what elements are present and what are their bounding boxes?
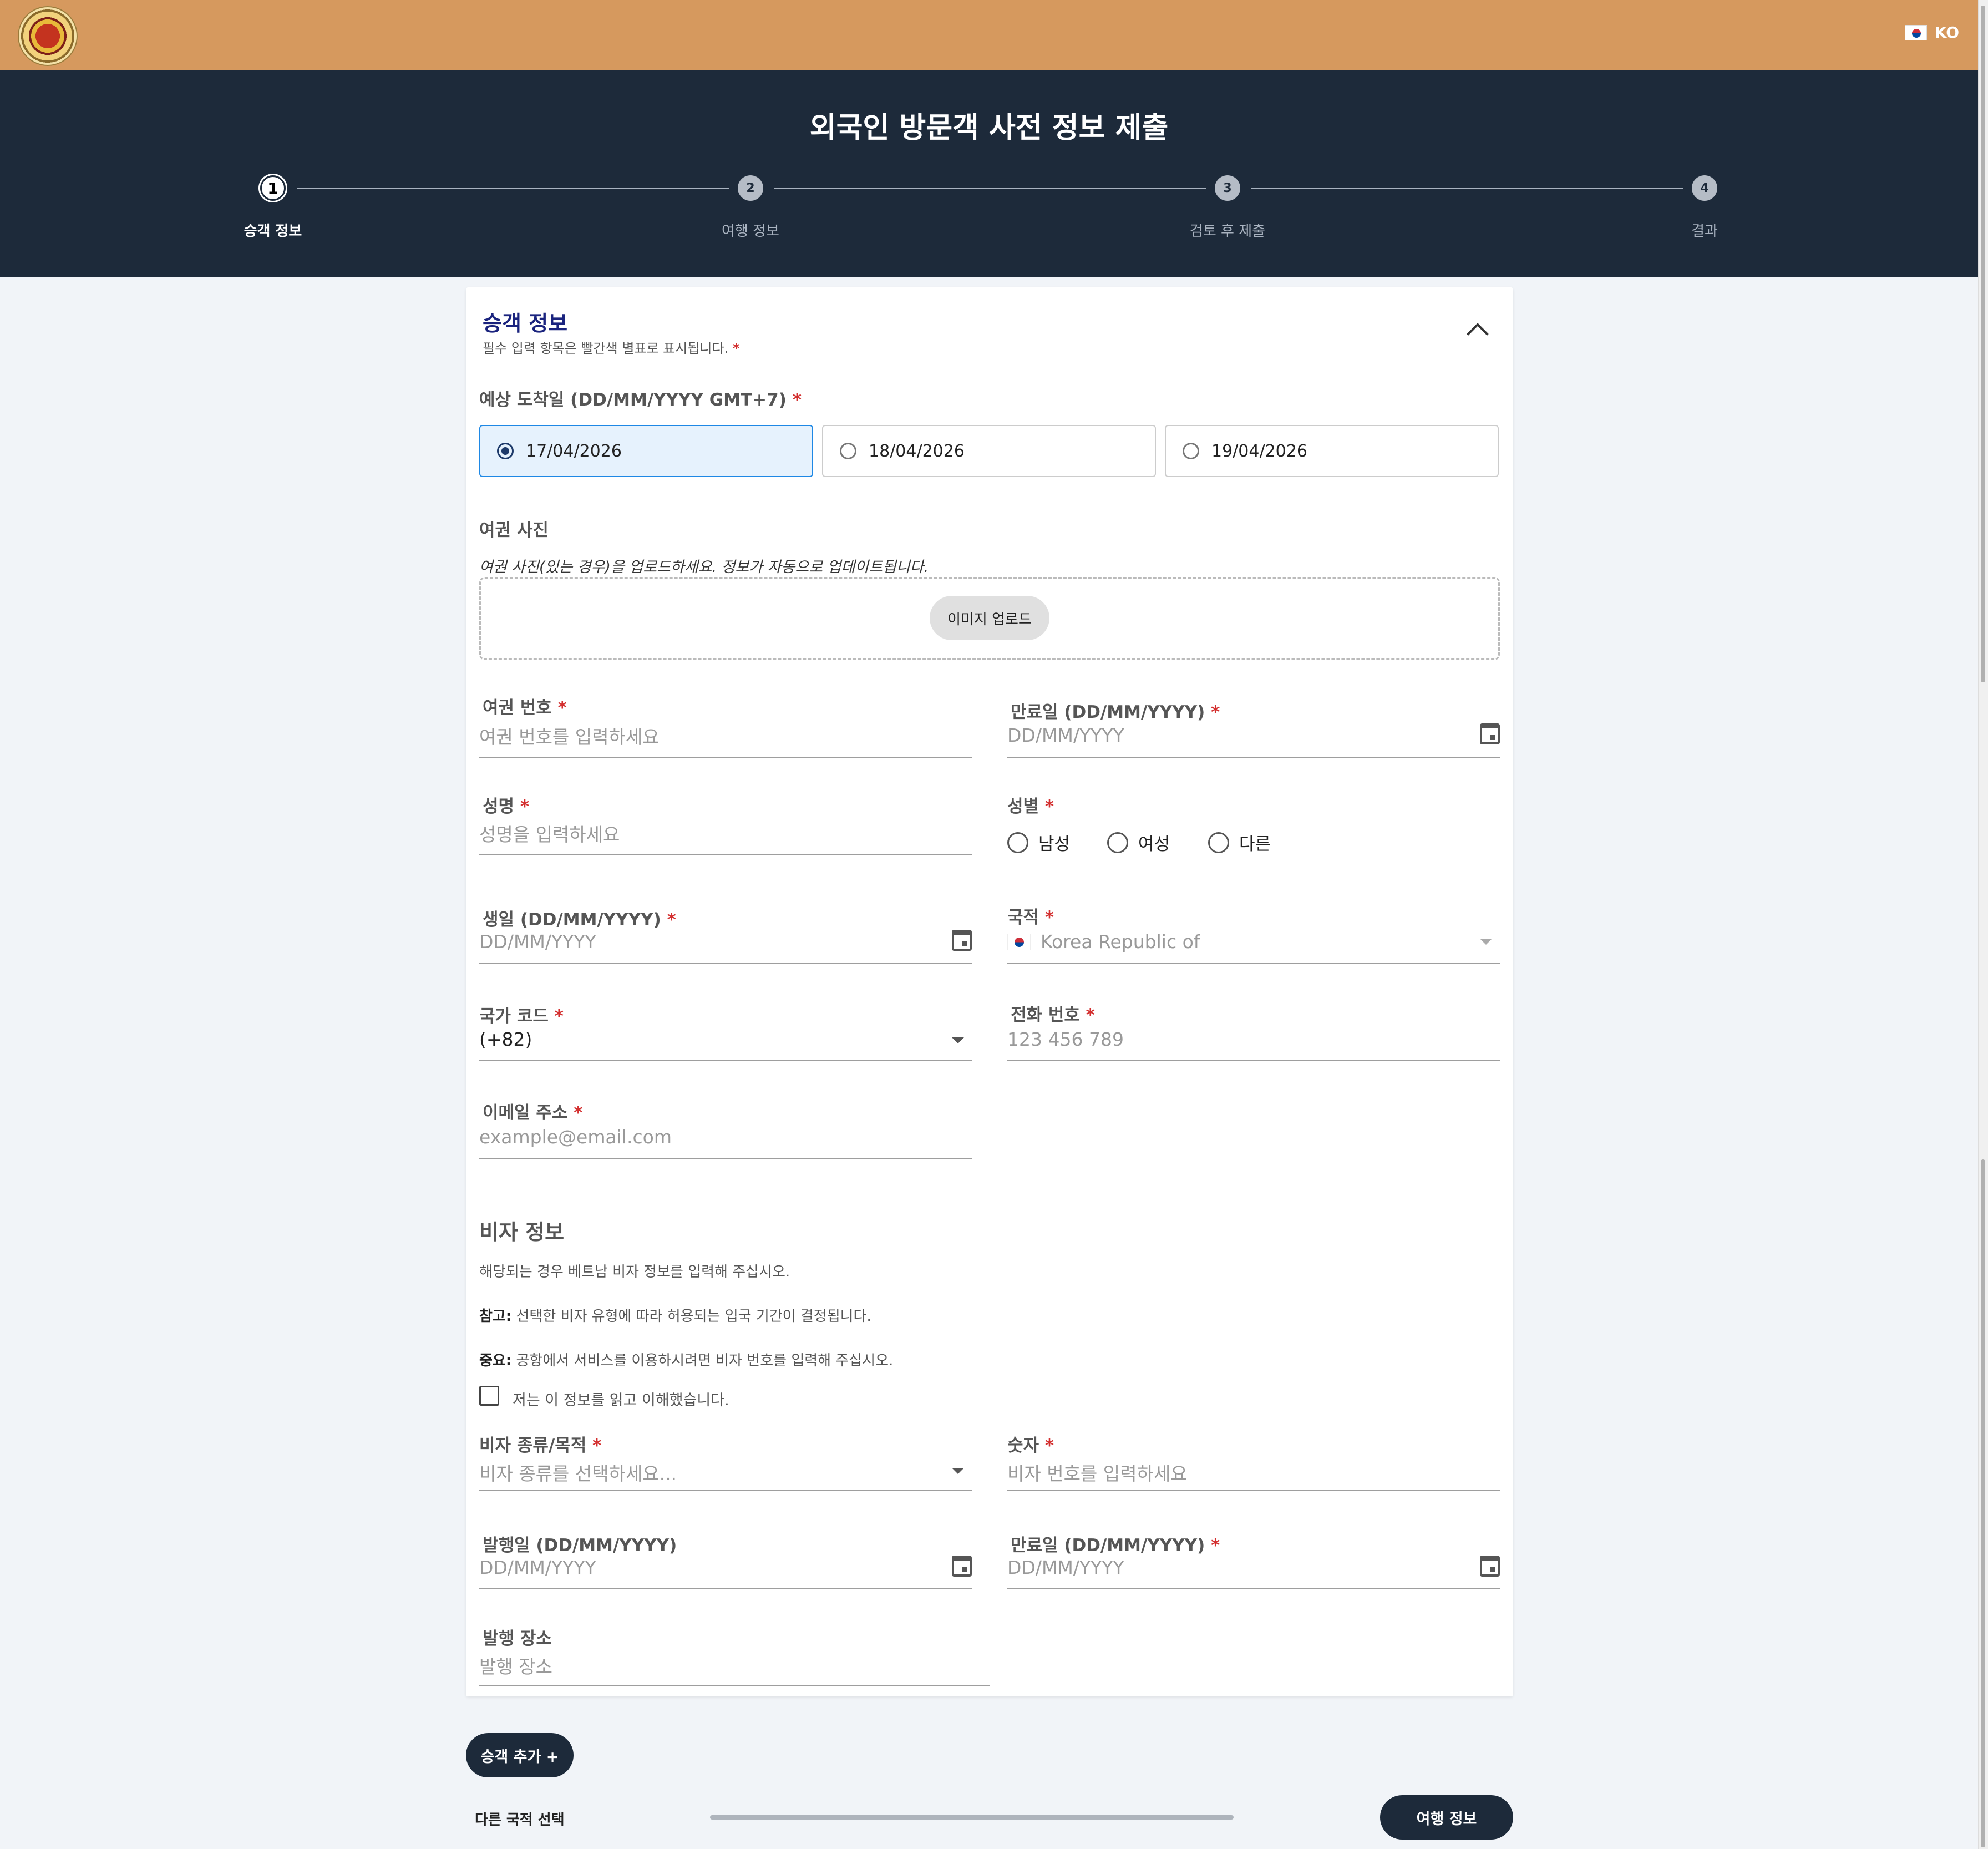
step-3-label: 검토 후 제출 <box>1189 223 1266 240</box>
full-name-input[interactable]: 성명을 입력하세요 <box>479 820 620 847</box>
immigration-logo-icon <box>18 6 78 66</box>
phone-number-input[interactable]: 123 456 789 <box>1007 1029 1124 1050</box>
radio-icon <box>1183 443 1199 459</box>
step-2-indicator: 2 <box>738 175 763 201</box>
top-bar: KO <box>0 0 1978 70</box>
korea-flag-icon <box>1904 24 1927 40</box>
visa-note: 참고: 선택한 비자 유형에 따라 허용되는 입국 기간이 결정됩니다. <box>479 1308 871 1325</box>
visa-number-field[interactable]: 숫자 * 비자 번호를 입력하세요 <box>1007 1431 1500 1491</box>
full-name-field[interactable]: 성명 * 성명을 입력하세요 <box>479 792 972 855</box>
visa-intro: 해당되는 경우 베트남 비자 정보를 입력해 주십시오. <box>479 1264 790 1280</box>
step-4-indicator: 4 <box>1692 175 1717 201</box>
add-passenger-button[interactable]: 승객 추가 + <box>466 1733 574 1777</box>
progress-track <box>710 1815 1234 1820</box>
radio-icon <box>1007 832 1028 853</box>
visa-issue-place-field[interactable]: 발행 장소 발행 장소 <box>479 1624 990 1686</box>
phone-number-field[interactable]: 전화 번호 * 123 456 789 <box>1007 1001 1500 1061</box>
email-field[interactable]: 이메일 주소 * example@email.com <box>479 1098 972 1159</box>
country-code-select[interactable]: 국가 코드 * (+82) <box>479 1002 972 1061</box>
step-1-indicator: 1 <box>260 175 286 201</box>
page-title: 외국인 방문객 사전 정보 제출 <box>809 112 1169 145</box>
arrival-option-2[interactable]: 18/04/2026 <box>822 425 1156 477</box>
passport-photo-hint: 여권 사진(있는 경우)을 업로드하세요. 정보가 자동으로 업데이트됩니다. <box>479 559 929 576</box>
gender-option-female[interactable]: 여성 <box>1107 830 1170 855</box>
visa-type-select[interactable]: 비자 종류/목적 * 비자 종류를 선택하세요... <box>479 1431 972 1491</box>
language-code: KO <box>1934 23 1959 42</box>
scrollbar-thumb[interactable] <box>1981 6 1985 682</box>
section-title: 승객 정보 <box>483 311 568 336</box>
acknowledge-checkbox[interactable] <box>479 1386 499 1406</box>
visa-section-title: 비자 정보 <box>479 1220 565 1244</box>
korea-flag-icon <box>1007 933 1031 950</box>
stepper-connector <box>1251 188 1683 189</box>
other-nationality-label[interactable]: 다른 국적 선택 <box>475 1809 565 1829</box>
step-3-indicator: 3 <box>1215 175 1240 201</box>
birth-date-field[interactable]: 생일 (DD/MM/YYYY) * DD/MM/YYYY <box>479 905 972 964</box>
radio-icon <box>1208 832 1229 853</box>
dropdown-caret-icon[interactable] <box>1480 939 1492 945</box>
radio-icon <box>840 443 856 459</box>
calendar-icon[interactable] <box>1480 723 1500 744</box>
header-band <box>0 70 1978 277</box>
email-input[interactable]: example@email.com <box>479 1126 672 1148</box>
acknowledge-label: 저는 이 정보를 읽고 이해했습니다. <box>513 1392 729 1409</box>
passport-expiry-field[interactable]: 만료일 (DD/MM/YYYY) * DD/MM/YYYY <box>1007 698 1500 758</box>
visa-issue-date-input[interactable]: DD/MM/YYYY <box>479 1557 596 1578</box>
gender-option-male[interactable]: 남성 <box>1007 830 1070 855</box>
visa-number-input[interactable]: 비자 번호를 입력하세요 <box>1007 1459 1188 1486</box>
language-selector[interactable]: KO <box>1904 23 1959 42</box>
stepper-connector <box>774 188 1206 189</box>
arrival-option-3[interactable]: 19/04/2026 <box>1165 425 1499 477</box>
step-1-label: 승객 정보 <box>244 223 302 240</box>
radio-selected-icon <box>497 443 514 459</box>
visa-expiry-field[interactable]: 만료일 (DD/MM/YYYY) * DD/MM/YYYY <box>1007 1531 1500 1589</box>
step-4-label: 결과 <box>1691 223 1718 240</box>
collapse-chevron-icon[interactable] <box>1467 323 1489 345</box>
dropdown-caret-icon[interactable] <box>952 1037 964 1043</box>
scrollbar-thumb-secondary[interactable] <box>1981 1159 1985 1847</box>
upload-image-button[interactable]: 이미지 업로드 <box>930 596 1049 640</box>
dropdown-caret-icon[interactable] <box>952 1468 964 1474</box>
visa-issue-date-field[interactable]: 발행일 (DD/MM/YYYY) DD/MM/YYYY <box>479 1531 972 1589</box>
arrival-option-1[interactable]: 17/04/2026 <box>479 425 813 477</box>
passport-photo-label: 여권 사진 <box>479 520 549 540</box>
stepper-connector <box>297 188 729 189</box>
next-trip-info-button[interactable]: 여행 정보 <box>1380 1795 1513 1840</box>
visa-expiry-input[interactable]: DD/MM/YYYY <box>1007 1557 1124 1578</box>
calendar-icon[interactable] <box>952 930 972 951</box>
radio-icon <box>1107 832 1128 853</box>
passport-expiry-input[interactable]: DD/MM/YYYY <box>1007 725 1124 746</box>
calendar-icon[interactable] <box>952 1556 972 1577</box>
required-hint: 필수 입력 항목은 빨간색 별표로 표시됩니다. * <box>483 341 740 356</box>
nationality-select[interactable]: 국적 * Korea Republic of <box>1007 903 1500 964</box>
gender-label: 성별 * <box>1007 797 1054 817</box>
calendar-icon[interactable] <box>1480 1556 1500 1577</box>
visa-important: 중요: 공항에서 서비스를 이용하시려면 비자 번호를 입력해 주십시오. <box>479 1352 894 1369</box>
arrival-date-label: 예상 도착일 (DD/MM/YYYY GMT+7) * <box>479 390 802 410</box>
step-2-label: 여행 정보 <box>722 223 779 240</box>
passport-number-input[interactable]: 여권 번호를 입력하세요 <box>479 722 660 749</box>
birth-date-input[interactable]: DD/MM/YYYY <box>479 931 596 953</box>
gender-option-other[interactable]: 다른 <box>1208 830 1271 855</box>
passport-number-field[interactable]: 여권 번호 * 여권 번호를 입력하세요 <box>479 693 972 758</box>
visa-issue-place-input[interactable]: 발행 장소 <box>479 1652 552 1679</box>
